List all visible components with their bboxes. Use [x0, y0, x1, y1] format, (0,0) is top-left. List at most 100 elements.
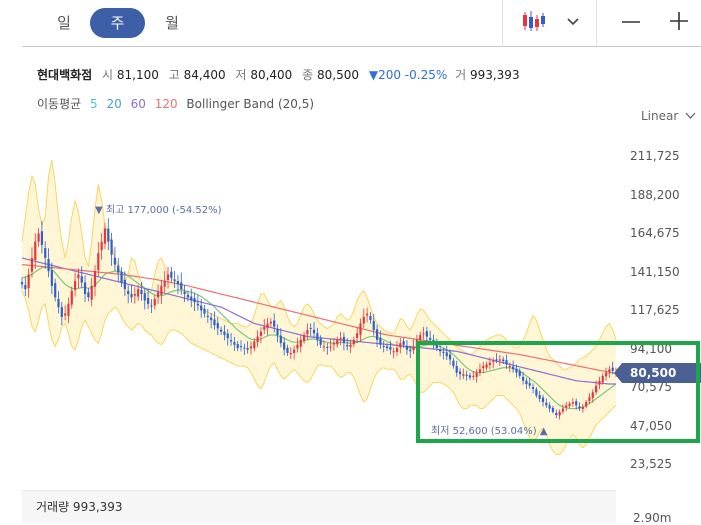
candle-body	[266, 323, 269, 329]
candle-body	[137, 289, 140, 297]
candle-body	[133, 294, 136, 296]
tab-weekly[interactable]: 주	[90, 8, 145, 38]
y-tick-label: 188,200	[630, 187, 680, 202]
candle-body	[273, 320, 276, 327]
candle-body	[246, 348, 249, 350]
candle-body	[422, 333, 425, 335]
indicator-legend: 이동평균 5 20 60 120 Bollinger Band (20,5)	[37, 95, 319, 112]
ma-120-label[interactable]: 120	[155, 97, 178, 111]
ma-label: 이동평균	[37, 97, 82, 111]
candle-body	[123, 279, 126, 290]
candle-body	[269, 321, 272, 324]
volume-label: 거	[455, 68, 467, 82]
y-tick-label: 23,525	[630, 457, 672, 471]
high-annotation: ▼ 최고 177,000 (-54.52%)	[95, 205, 222, 216]
candle-body	[203, 308, 206, 314]
candle-body	[117, 265, 120, 273]
candle-body	[183, 291, 186, 295]
candle-body	[296, 344, 299, 349]
candle-body	[60, 307, 63, 317]
zoom-in-button[interactable]	[668, 10, 690, 36]
zoom-out-button[interactable]	[620, 12, 642, 38]
candle-body	[299, 339, 302, 347]
chart-type-button[interactable]	[520, 9, 548, 39]
candle-body	[77, 274, 80, 279]
candle-body	[425, 331, 428, 337]
candle-body	[20, 282, 24, 285]
candle-body	[143, 293, 146, 301]
candle-body	[293, 349, 296, 353]
chart-type-dropdown[interactable]	[566, 12, 580, 31]
candle-body	[342, 336, 345, 344]
candle-body	[336, 339, 339, 345]
candle-body	[153, 298, 156, 306]
candle-body	[326, 347, 329, 349]
candle-body	[233, 342, 236, 345]
candle-body	[405, 346, 409, 350]
candle-body	[409, 349, 412, 352]
candle-body	[34, 241, 37, 260]
candle-body	[419, 334, 422, 341]
candle-body	[249, 346, 253, 349]
scale-selector[interactable]: Linear	[641, 109, 696, 123]
candle-body	[130, 294, 133, 298]
candle-body	[239, 346, 243, 348]
tab-monthly[interactable]: 월	[156, 8, 188, 38]
candle-body	[385, 346, 389, 349]
candle-body	[210, 317, 213, 321]
candle-body	[30, 258, 34, 272]
candle-body	[332, 343, 336, 345]
candle-body	[339, 338, 342, 340]
candle-body	[163, 280, 166, 287]
tab-daily[interactable]: 일	[48, 8, 80, 38]
stock-info: 현대백화점 시 81,100 고 84,400 저 80,400 종 80,50…	[37, 66, 526, 83]
open-value: 81,100	[116, 68, 159, 82]
chevron-down-icon	[567, 18, 579, 26]
open-label: 시	[102, 68, 114, 82]
candle-body	[150, 305, 153, 307]
candle-body	[140, 289, 143, 295]
candle-body	[67, 303, 70, 316]
candle-body	[40, 231, 44, 245]
candle-body	[263, 326, 266, 330]
candle-body	[402, 341, 405, 345]
candle-body	[302, 334, 306, 341]
candle-body	[166, 274, 170, 281]
ma-20-label[interactable]: 20	[106, 97, 121, 111]
candle-body	[220, 329, 223, 332]
candle-body	[369, 315, 372, 321]
low-label: 저	[235, 68, 247, 82]
ma-60-label[interactable]: 60	[131, 97, 146, 111]
candle-body	[100, 241, 103, 251]
candle-body	[200, 305, 203, 311]
candle-body	[236, 344, 239, 349]
candle-body	[375, 329, 379, 340]
candle-body	[319, 338, 322, 345]
y-tick-label: 164,675	[630, 226, 680, 240]
candle-body	[190, 296, 193, 301]
toolbar-divider	[596, 0, 597, 46]
y-tick-label: 117,625	[630, 303, 680, 317]
candle-body	[120, 271, 123, 283]
candle-body	[329, 346, 332, 348]
candle-body	[173, 279, 176, 281]
candle-body	[256, 336, 259, 343]
toolbar-divider	[502, 0, 503, 46]
candle-body	[346, 345, 349, 347]
candle-body	[306, 330, 309, 335]
candle-body	[359, 323, 362, 335]
candle-body	[366, 313, 369, 316]
candle-body	[312, 329, 316, 334]
candlestick-icon	[523, 11, 545, 31]
change-value: ▼200 -0.25%	[368, 68, 448, 82]
candle-body	[176, 280, 180, 285]
ma-5-label[interactable]: 5	[90, 97, 98, 111]
scale-label: Linear	[641, 109, 679, 123]
candle-body	[279, 335, 282, 344]
candle-body	[70, 290, 73, 305]
candle-body	[83, 282, 87, 295]
candle-body	[147, 298, 150, 304]
candle-body	[349, 344, 352, 348]
candle-body	[170, 271, 173, 278]
bollinger-label[interactable]: Bollinger Band (20,5)	[186, 97, 314, 111]
